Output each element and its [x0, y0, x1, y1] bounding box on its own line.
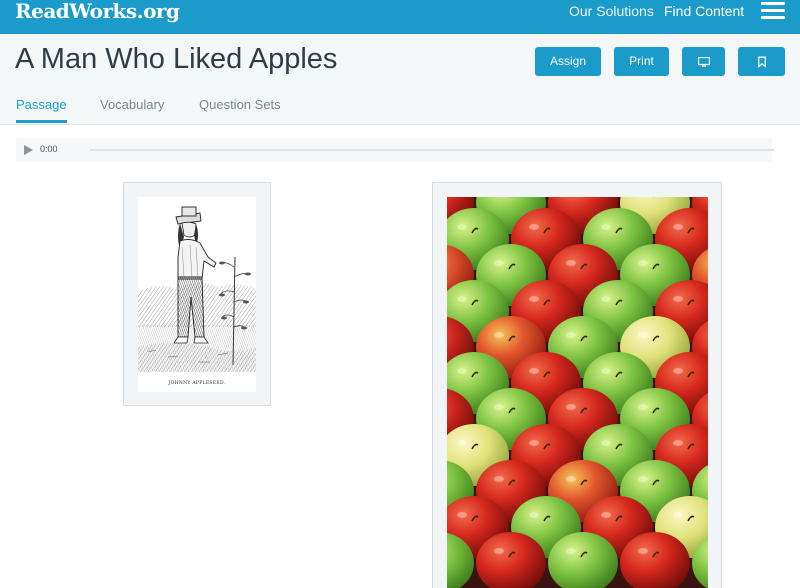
apple-highlight — [529, 512, 539, 518]
apple-highlight — [494, 476, 504, 482]
apple-highlight — [566, 404, 576, 410]
audio-player: 0:00 — [16, 138, 774, 162]
apple-highlight — [566, 548, 576, 554]
assign-button[interactable]: Assign — [535, 47, 601, 76]
play-icon[interactable] — [24, 145, 33, 155]
apple-highlight — [529, 368, 539, 374]
apple-highlight — [638, 404, 648, 410]
apple-highlight — [457, 368, 467, 374]
print-button[interactable]: Print — [614, 47, 669, 76]
apple-highlight — [529, 224, 539, 230]
active-tab-indicator — [16, 120, 67, 123]
apple-highlight — [601, 512, 611, 518]
tab-passage[interactable]: Passage — [16, 97, 67, 112]
apple-highlight — [673, 296, 683, 302]
apple-highlight — [601, 368, 611, 374]
apple-highlight — [673, 440, 683, 446]
monitor-icon — [697, 56, 710, 67]
apple-highlight — [566, 260, 576, 266]
apple-highlight — [601, 296, 611, 302]
apple-highlight — [457, 296, 467, 302]
apple-highlight — [566, 476, 576, 482]
apple-highlight — [601, 440, 611, 446]
apple-highlight — [529, 440, 539, 446]
apple-highlight — [638, 548, 648, 554]
apple-highlight — [457, 512, 467, 518]
top-nav-bar: ReadWorks.org Our Solutions Find Content — [0, 0, 800, 34]
engraving-illustration — [138, 197, 256, 377]
apple-highlight — [494, 548, 504, 554]
apple-highlight — [457, 440, 467, 446]
johnny-appleseed-engraving: JOHNNY APPLESEED. — [138, 197, 256, 392]
apple-highlight — [638, 260, 648, 266]
image-frame-left: JOHNNY APPLESEED. — [123, 182, 271, 406]
bookmark-button[interactable] — [738, 47, 785, 76]
apple-highlight — [529, 296, 539, 302]
apple-highlight — [566, 332, 576, 338]
page-title: A Man Who Liked Apples — [15, 43, 338, 75]
nav-link-our-solutions[interactable]: Our Solutions — [569, 3, 654, 19]
hamburger-menu-icon[interactable] — [761, 1, 785, 21]
passage-header: A Man Who Liked Apples Assign Print Pass… — [0, 34, 800, 125]
image-frame-right — [432, 182, 722, 588]
apple-highlight — [601, 224, 611, 230]
apple-highlight — [673, 512, 683, 518]
tab-vocabulary[interactable]: Vocabulary — [100, 97, 164, 112]
apples-photo — [447, 197, 708, 588]
bookmark-icon — [757, 56, 766, 67]
apple-highlight — [494, 332, 504, 338]
nav-link-find-content[interactable]: Find Content — [664, 3, 744, 19]
apple-highlight — [457, 224, 467, 230]
apples-illustration — [447, 197, 708, 588]
readworks-logo[interactable]: ReadWorks.org — [15, 0, 180, 22]
apple-highlight — [494, 404, 504, 410]
tab-question-sets[interactable]: Question Sets — [199, 97, 281, 112]
apple-highlight — [638, 332, 648, 338]
image-caption: JOHNNY APPLESEED. — [168, 381, 226, 386]
present-button[interactable] — [682, 47, 725, 76]
audio-time: 0:00 — [40, 144, 58, 154]
apple-highlight — [673, 368, 683, 374]
audio-progress-track[interactable] — [90, 149, 774, 151]
apple-highlight — [494, 260, 504, 266]
apple-highlight — [638, 476, 648, 482]
apple-highlight — [673, 224, 683, 230]
